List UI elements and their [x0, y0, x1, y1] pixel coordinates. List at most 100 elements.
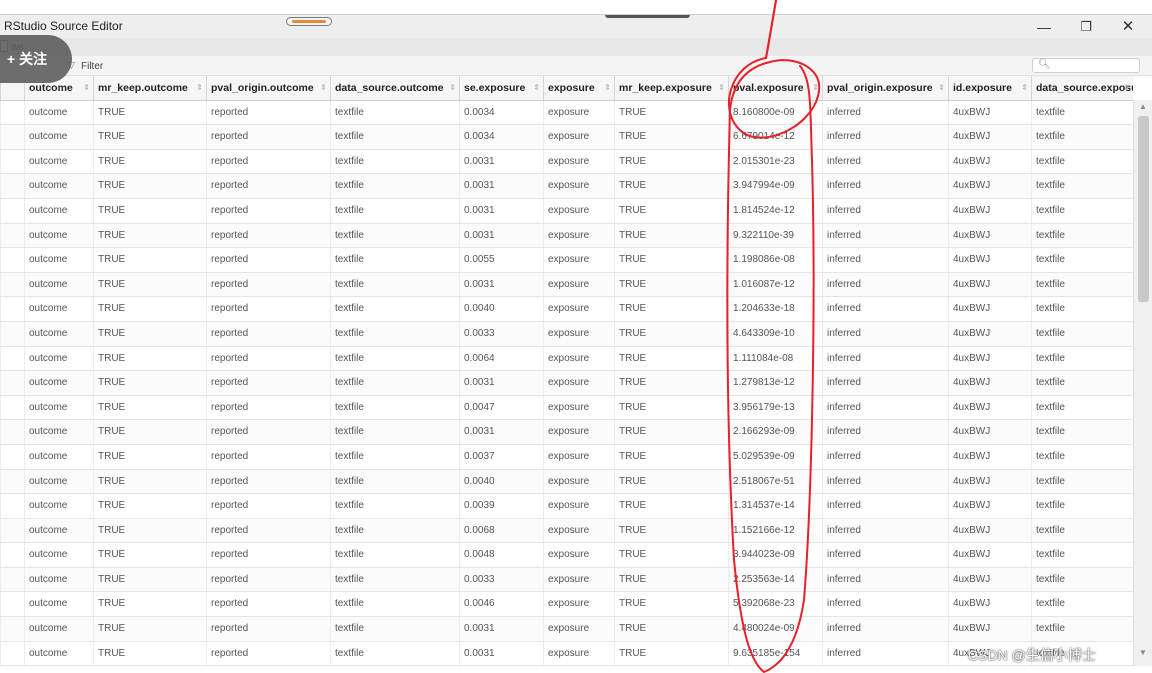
cell-mr-keep-exposure: TRUE — [614, 198, 728, 223]
maximize-button[interactable]: ❐ — [1072, 17, 1100, 37]
filter-button[interactable]: Filter — [81, 61, 103, 72]
cell-data-source-exposure: textfile — [1031, 617, 1133, 641]
cell-id-exposure: 4uxBWJ — [948, 444, 1031, 469]
table-row[interactable]: outcome TRUE reported textfile 0.0040 exposur… — [0, 297, 1133, 322]
minimize-button[interactable]: — — [1030, 17, 1058, 37]
search-input[interactable]: 🔍︎ — [1032, 58, 1140, 73]
cell-data-source-exposure: textfile — [1031, 420, 1133, 444]
sort-icon[interactable]: ⇕ — [320, 76, 327, 100]
sort-icon[interactable]: ⇕ — [1021, 76, 1028, 100]
cell-exposure: exposure — [543, 469, 614, 494]
sort-icon[interactable]: ⇕ — [1123, 76, 1130, 100]
column-header-exposure[interactable]: exposure ⇕ — [543, 76, 614, 100]
sort-icon[interactable]: ⇕ — [83, 76, 90, 100]
column-header-pval-origin-outcome[interactable]: pval_origin.outcome ⇕ — [206, 76, 330, 100]
cell-pval-origin-exposure: inferred — [822, 272, 948, 297]
cell-data-source-exposure: textfile — [1031, 174, 1133, 198]
scroll-down-arrow-icon[interactable]: ▼ — [1139, 648, 1147, 657]
sort-icon[interactable]: ⇕ — [938, 76, 945, 100]
column-header-mr-keep-exposure[interactable]: mr_keep.exposure ⇕ — [614, 76, 728, 100]
sort-icon[interactable]: ⇕ — [196, 76, 203, 100]
vertical-scrollbar[interactable]: ▲ ▼ — [1133, 100, 1152, 666]
cell-se-exposure: 0.0040 — [459, 469, 543, 494]
follow-button[interactable]: + 关注 — [0, 35, 72, 83]
close-button[interactable]: ✕ — [1114, 17, 1142, 37]
table-row[interactable]: outcome TRUE reported textfile 0.0031 exposur… — [0, 198, 1133, 224]
table-row[interactable]: outcome TRUE reported textfile 0.0031 exposur… — [0, 223, 1133, 249]
column-header-mr-keep-outcome[interactable]: mr_keep.outcome ⇕ — [93, 76, 206, 100]
table-row[interactable]: outcome TRUE reported textfile 0.0031 exposur… — [0, 641, 1133, 667]
cell-mr-keep-exposure: TRUE — [614, 346, 728, 371]
cell-mr-keep-exposure: TRUE — [614, 617, 728, 641]
row-index-cell — [0, 248, 24, 272]
table-row[interactable]: outcome TRUE reported textfile 0.0039 exposur… — [0, 494, 1133, 519]
column-header-data-source-exposure[interactable]: data_source.exposure⇕ — [1031, 76, 1133, 100]
table-row[interactable]: outcome TRUE reported textfile 0.0048 exposur… — [0, 543, 1133, 568]
table-row[interactable]: outcome TRUE reported textfile 0.0031 exposur… — [0, 617, 1133, 642]
cell-data-source-exposure: textfile — [1031, 543, 1133, 567]
cell-pval-origin-outcome: reported — [206, 420, 330, 444]
titlebar-drag-handle[interactable] — [286, 17, 332, 26]
cell-mr-keep-outcome: TRUE — [93, 174, 206, 198]
table-row[interactable]: outcome TRUE reported textfile 0.0031 exposur… — [0, 272, 1133, 298]
column-header-data-source-outcome[interactable]: data_source.outcome ⇕ — [330, 76, 459, 100]
sort-icon[interactable]: ⇕ — [449, 76, 456, 100]
table-row[interactable]: outcome TRUE reported textfile 0.0046 exposur… — [0, 592, 1133, 618]
cell-data-source-outcome: textfile — [330, 518, 459, 543]
cell-mr-keep-outcome: TRUE — [93, 641, 206, 666]
scroll-thumb[interactable] — [1138, 116, 1149, 302]
cell-outcome: outcome — [24, 371, 93, 395]
table-row[interactable]: outcome TRUE reported textfile 0.0047 exposur… — [0, 395, 1133, 421]
cell-pval-exposure: 6.679014e-12 — [728, 125, 822, 149]
table-row[interactable]: outcome TRUE reported textfile 0.0031 exposur… — [0, 420, 1133, 445]
table-row[interactable]: outcome TRUE reported textfile 0.0033 exposur… — [0, 321, 1133, 347]
table-row[interactable]: outcome TRUE reported textfile 0.0068 exposur… — [0, 518, 1133, 544]
cell-data-source-exposure: textfile — [1031, 223, 1133, 248]
cell-id-exposure: 4uxBWJ — [948, 494, 1031, 518]
cell-pval-origin-outcome: reported — [206, 223, 330, 248]
sort-icon[interactable]: ⇕ — [718, 76, 725, 100]
table-row[interactable]: outcome TRUE reported textfile 0.0064 exposur… — [0, 346, 1133, 372]
cell-pval-origin-exposure: inferred — [822, 395, 948, 420]
cell-mr-keep-outcome: TRUE — [93, 248, 206, 272]
column-header-se-exposure[interactable]: se.exposure ⇕ — [459, 76, 543, 100]
cell-mr-keep-exposure: TRUE — [614, 248, 728, 272]
cell-outcome: outcome — [24, 617, 93, 641]
sort-icon[interactable]: ⇕ — [533, 76, 540, 100]
cell-exposure: exposure — [543, 518, 614, 543]
column-header-pval-exposure[interactable]: pval.exposure ⇕ — [728, 76, 822, 100]
cell-outcome: outcome — [24, 567, 93, 592]
table-row[interactable]: outcome TRUE reported textfile 0.0037 exposur… — [0, 444, 1133, 470]
table-row[interactable]: outcome TRUE reported textfile 0.0031 exposur… — [0, 149, 1133, 175]
cell-outcome: outcome — [24, 592, 93, 617]
cell-exposure: exposure — [543, 149, 614, 174]
cell-pval-exposure: 4.643309e-10 — [728, 321, 822, 346]
cell-pval-origin-outcome: reported — [206, 149, 330, 174]
table-row[interactable]: outcome TRUE reported textfile 0.0031 exposur… — [0, 174, 1133, 199]
cell-id-exposure: 4uxBWJ — [948, 125, 1031, 149]
cell-mr-keep-exposure: TRUE — [614, 174, 728, 198]
cell-id-exposure: 4uxBWJ — [948, 567, 1031, 592]
sort-icon[interactable]: ⇕ — [604, 76, 611, 100]
table-row[interactable]: outcome TRUE reported textfile 0.0034 exposur… — [0, 100, 1133, 126]
cell-pval-origin-exposure: inferred — [822, 223, 948, 248]
table-row[interactable]: outcome TRUE reported textfile 0.0040 exposur… — [0, 469, 1133, 495]
data-grid: outcome ⇕ mr_keep.outcome ⇕ pval_origin.outc… — [0, 76, 1133, 667]
row-index-cell — [0, 371, 24, 395]
cell-pval-origin-outcome: reported — [206, 592, 330, 617]
cell-outcome: outcome — [24, 543, 93, 567]
cell-data-source-exposure: textfile — [1031, 321, 1133, 346]
column-header-pval-origin-exposure[interactable]: pval_origin.exposure ⇕ — [822, 76, 948, 100]
sort-icon[interactable]: ⇕ — [812, 76, 819, 100]
cell-pval-origin-outcome: reported — [206, 297, 330, 321]
cell-outcome: outcome — [24, 198, 93, 223]
column-header-id-exposure[interactable]: id.exposure ⇕ — [948, 76, 1031, 100]
table-row[interactable]: outcome TRUE reported textfile 0.0034 exposur… — [0, 125, 1133, 150]
table-row[interactable]: outcome TRUE reported textfile 0.0055 exposur… — [0, 248, 1133, 273]
cell-mr-keep-exposure: TRUE — [614, 371, 728, 395]
scroll-up-arrow-icon[interactable]: ▲ — [1139, 102, 1147, 111]
table-row[interactable]: outcome TRUE reported textfile 0.0031 exposur… — [0, 371, 1133, 396]
cell-outcome: outcome — [24, 297, 93, 321]
table-row[interactable]: outcome TRUE reported textfile 0.0033 exposur… — [0, 567, 1133, 593]
cell-outcome: outcome — [24, 395, 93, 420]
